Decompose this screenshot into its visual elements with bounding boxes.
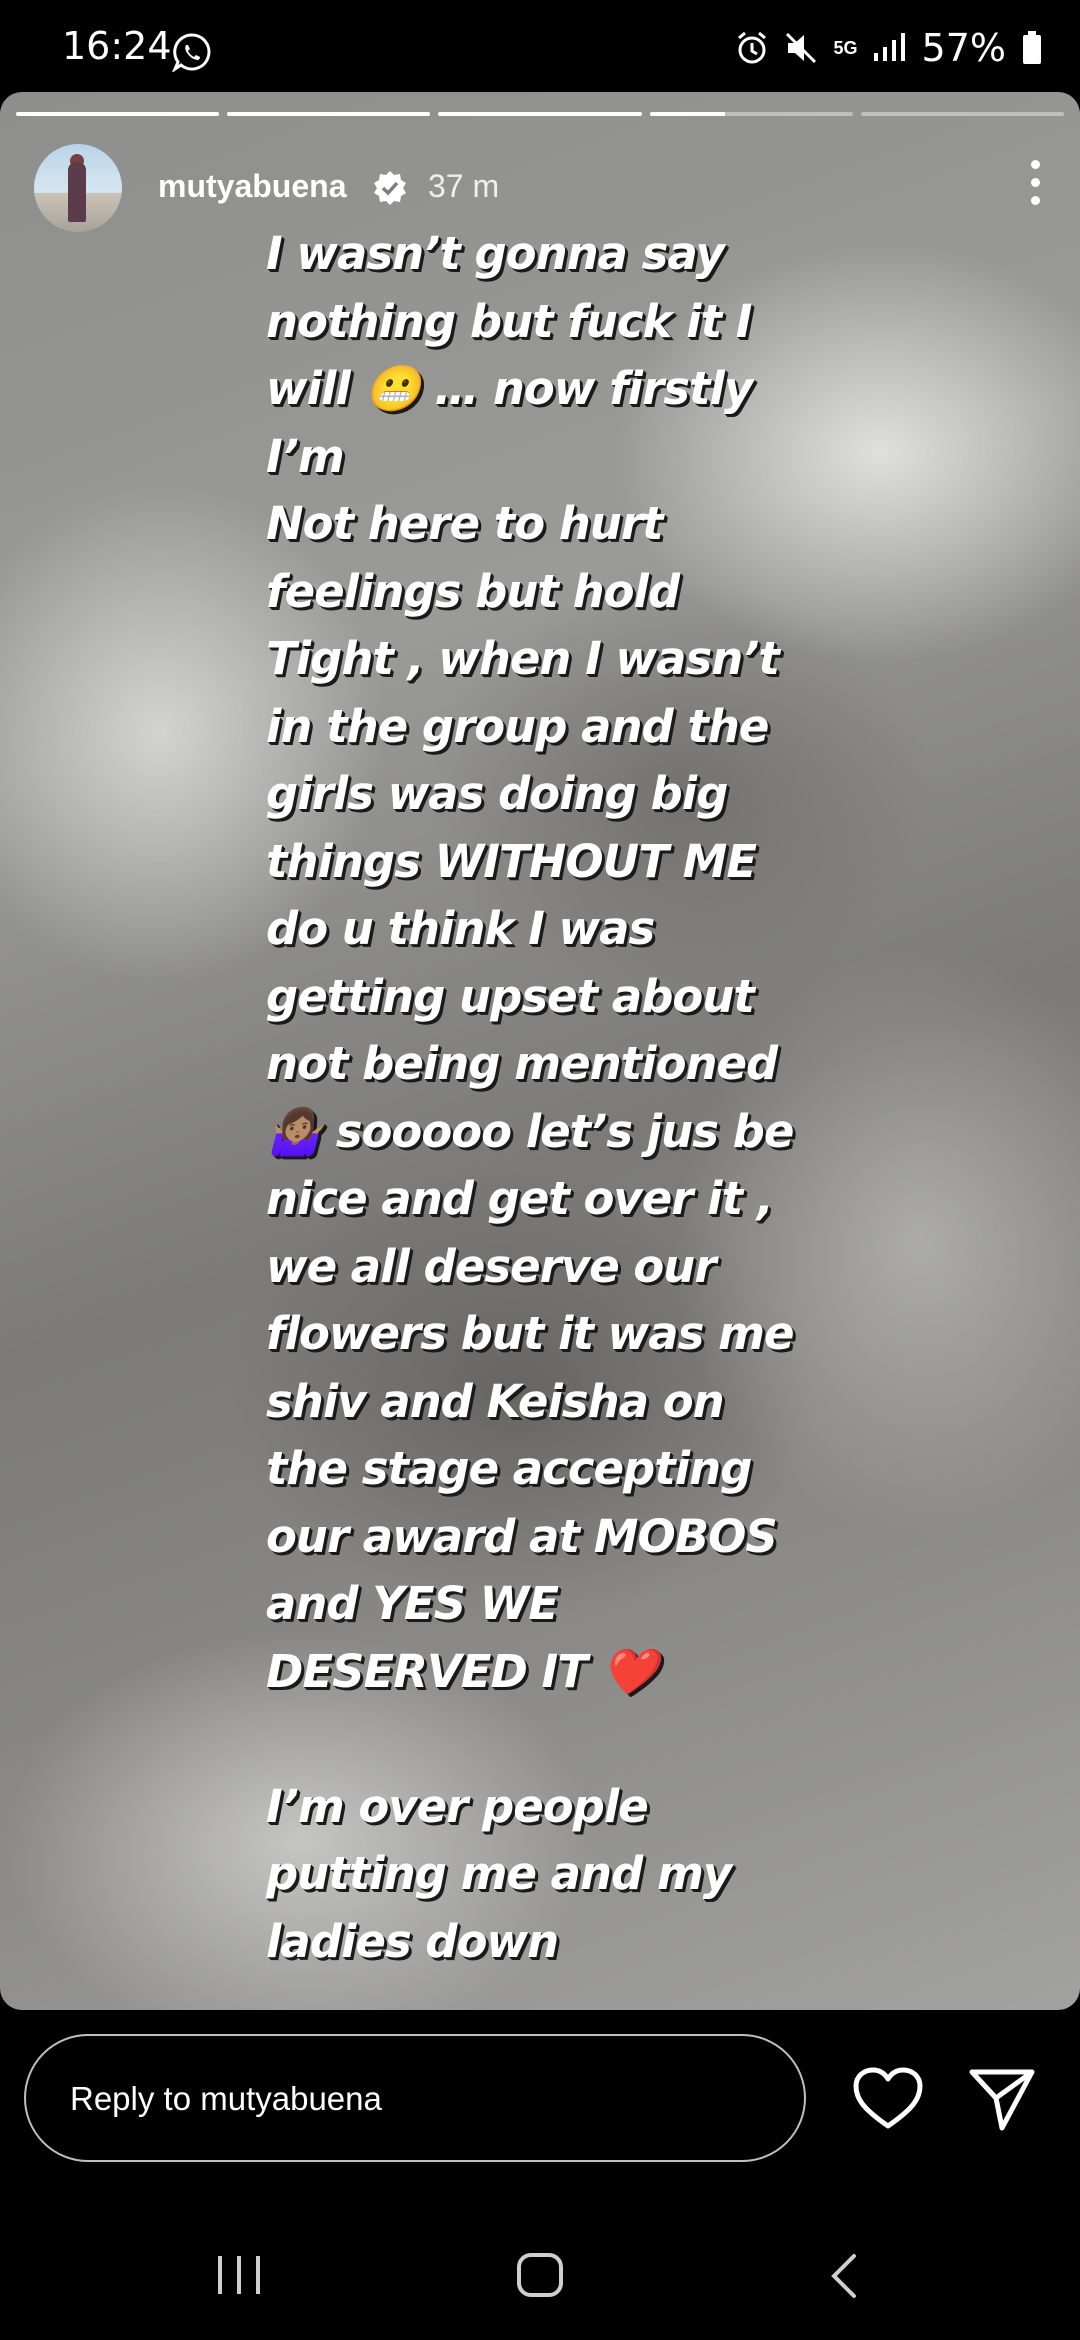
progress-segment: [649, 112, 853, 116]
recents-icon[interactable]: [216, 2254, 262, 2296]
status-icons: 5G 57%: [736, 26, 1042, 70]
story-progress: [16, 112, 1065, 116]
battery-percent: 57%: [921, 26, 1006, 70]
story-timestamp: 37 m: [428, 168, 500, 204]
story-username[interactable]: mutyabuena: [158, 168, 346, 205]
heart-icon[interactable]: [852, 2066, 924, 2132]
reply-placeholder: Reply to mutyabuena: [70, 2080, 382, 2117]
progress-segment: [227, 112, 431, 116]
signal-icon: [873, 33, 905, 61]
story-viewer[interactable]: mutyabuena 37 m I wasn’t gonna say nothi…: [0, 92, 1080, 2010]
whatsapp-icon: [172, 33, 211, 72]
story-caption: I wasn’t gonna say nothing but fuck it I…: [266, 227, 794, 1968]
battery-icon: [1023, 31, 1041, 64]
network-label: 5G: [833, 38, 858, 58]
alarm-icon: [737, 31, 766, 64]
avatar[interactable]: [34, 144, 122, 232]
status-bar: 16:24 5G 57%: [0, 0, 1080, 92]
progress-segment: [16, 112, 220, 116]
back-icon[interactable]: [826, 2252, 860, 2300]
mute-icon: [785, 32, 816, 64]
reply-input[interactable]: Reply to mutyabuena: [24, 2034, 806, 2162]
more-icon[interactable]: [1028, 160, 1042, 210]
home-icon[interactable]: [516, 2252, 564, 2298]
verified-icon: [374, 171, 406, 205]
send-icon[interactable]: [968, 2066, 1036, 2132]
status-time: 16:24: [62, 24, 172, 68]
progress-segment: [860, 112, 1065, 116]
progress-segment: [438, 112, 642, 116]
